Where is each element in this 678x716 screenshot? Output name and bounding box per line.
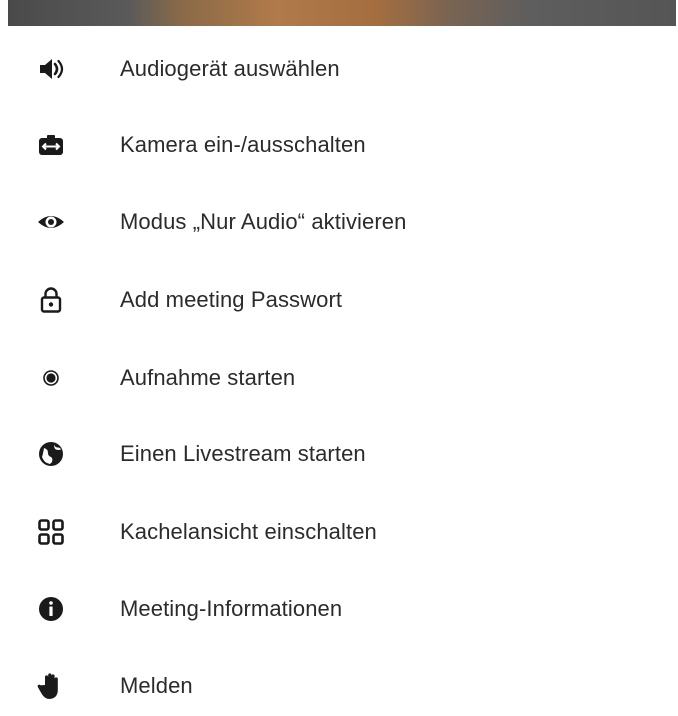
record-icon: [36, 363, 66, 393]
raise-hand-icon: [36, 671, 66, 701]
tile-view-icon: [36, 517, 66, 547]
menu-item-label: Audiogerät auswählen: [120, 56, 340, 81]
menu-item-tile-view[interactable]: Kachelansicht einschalten: [8, 502, 676, 562]
menu-item-label: Melden: [120, 673, 193, 698]
camera-switch-icon: [36, 130, 66, 160]
video-preview-strip: [8, 0, 676, 26]
menu-item-label: Aufnahme starten: [120, 365, 296, 390]
speaker-icon: [36, 54, 66, 84]
menu-item-select-audio-device[interactable]: Audiogerät auswählen: [8, 39, 676, 99]
menu-item-label: Add meeting Passwort: [120, 287, 343, 312]
overflow-menu-sheet: Audiogerät auswählen Kamera ein-/ausscha…: [8, 26, 676, 702]
menu-item-label: Kachelansicht einschalten: [120, 519, 377, 544]
menu-item-label: Kamera ein-/ausschalten: [120, 132, 366, 157]
menu-item-start-recording[interactable]: Aufnahme starten: [8, 348, 676, 408]
menu-item-label: Modus „Nur Audio“ aktivieren: [120, 209, 407, 234]
menu-item-label: Einen Livestream starten: [120, 441, 366, 466]
info-icon: [36, 594, 66, 624]
menu-item-meeting-info[interactable]: Meeting-Informationen: [8, 579, 676, 639]
menu-item-report[interactable]: Melden: [8, 656, 676, 716]
menu-item-toggle-camera[interactable]: Kamera ein-/ausschalten: [8, 115, 676, 175]
lock-icon: [36, 285, 66, 315]
menu-item-start-livestream[interactable]: Einen Livestream starten: [8, 424, 676, 484]
eye-icon: [36, 207, 66, 237]
globe-icon: [36, 439, 66, 469]
menu-item-audio-only-mode[interactable]: Modus „Nur Audio“ aktivieren: [8, 192, 676, 252]
menu-item-add-meeting-password[interactable]: Add meeting Passwort: [8, 270, 676, 330]
menu-item-label: Meeting-Informationen: [120, 596, 343, 621]
